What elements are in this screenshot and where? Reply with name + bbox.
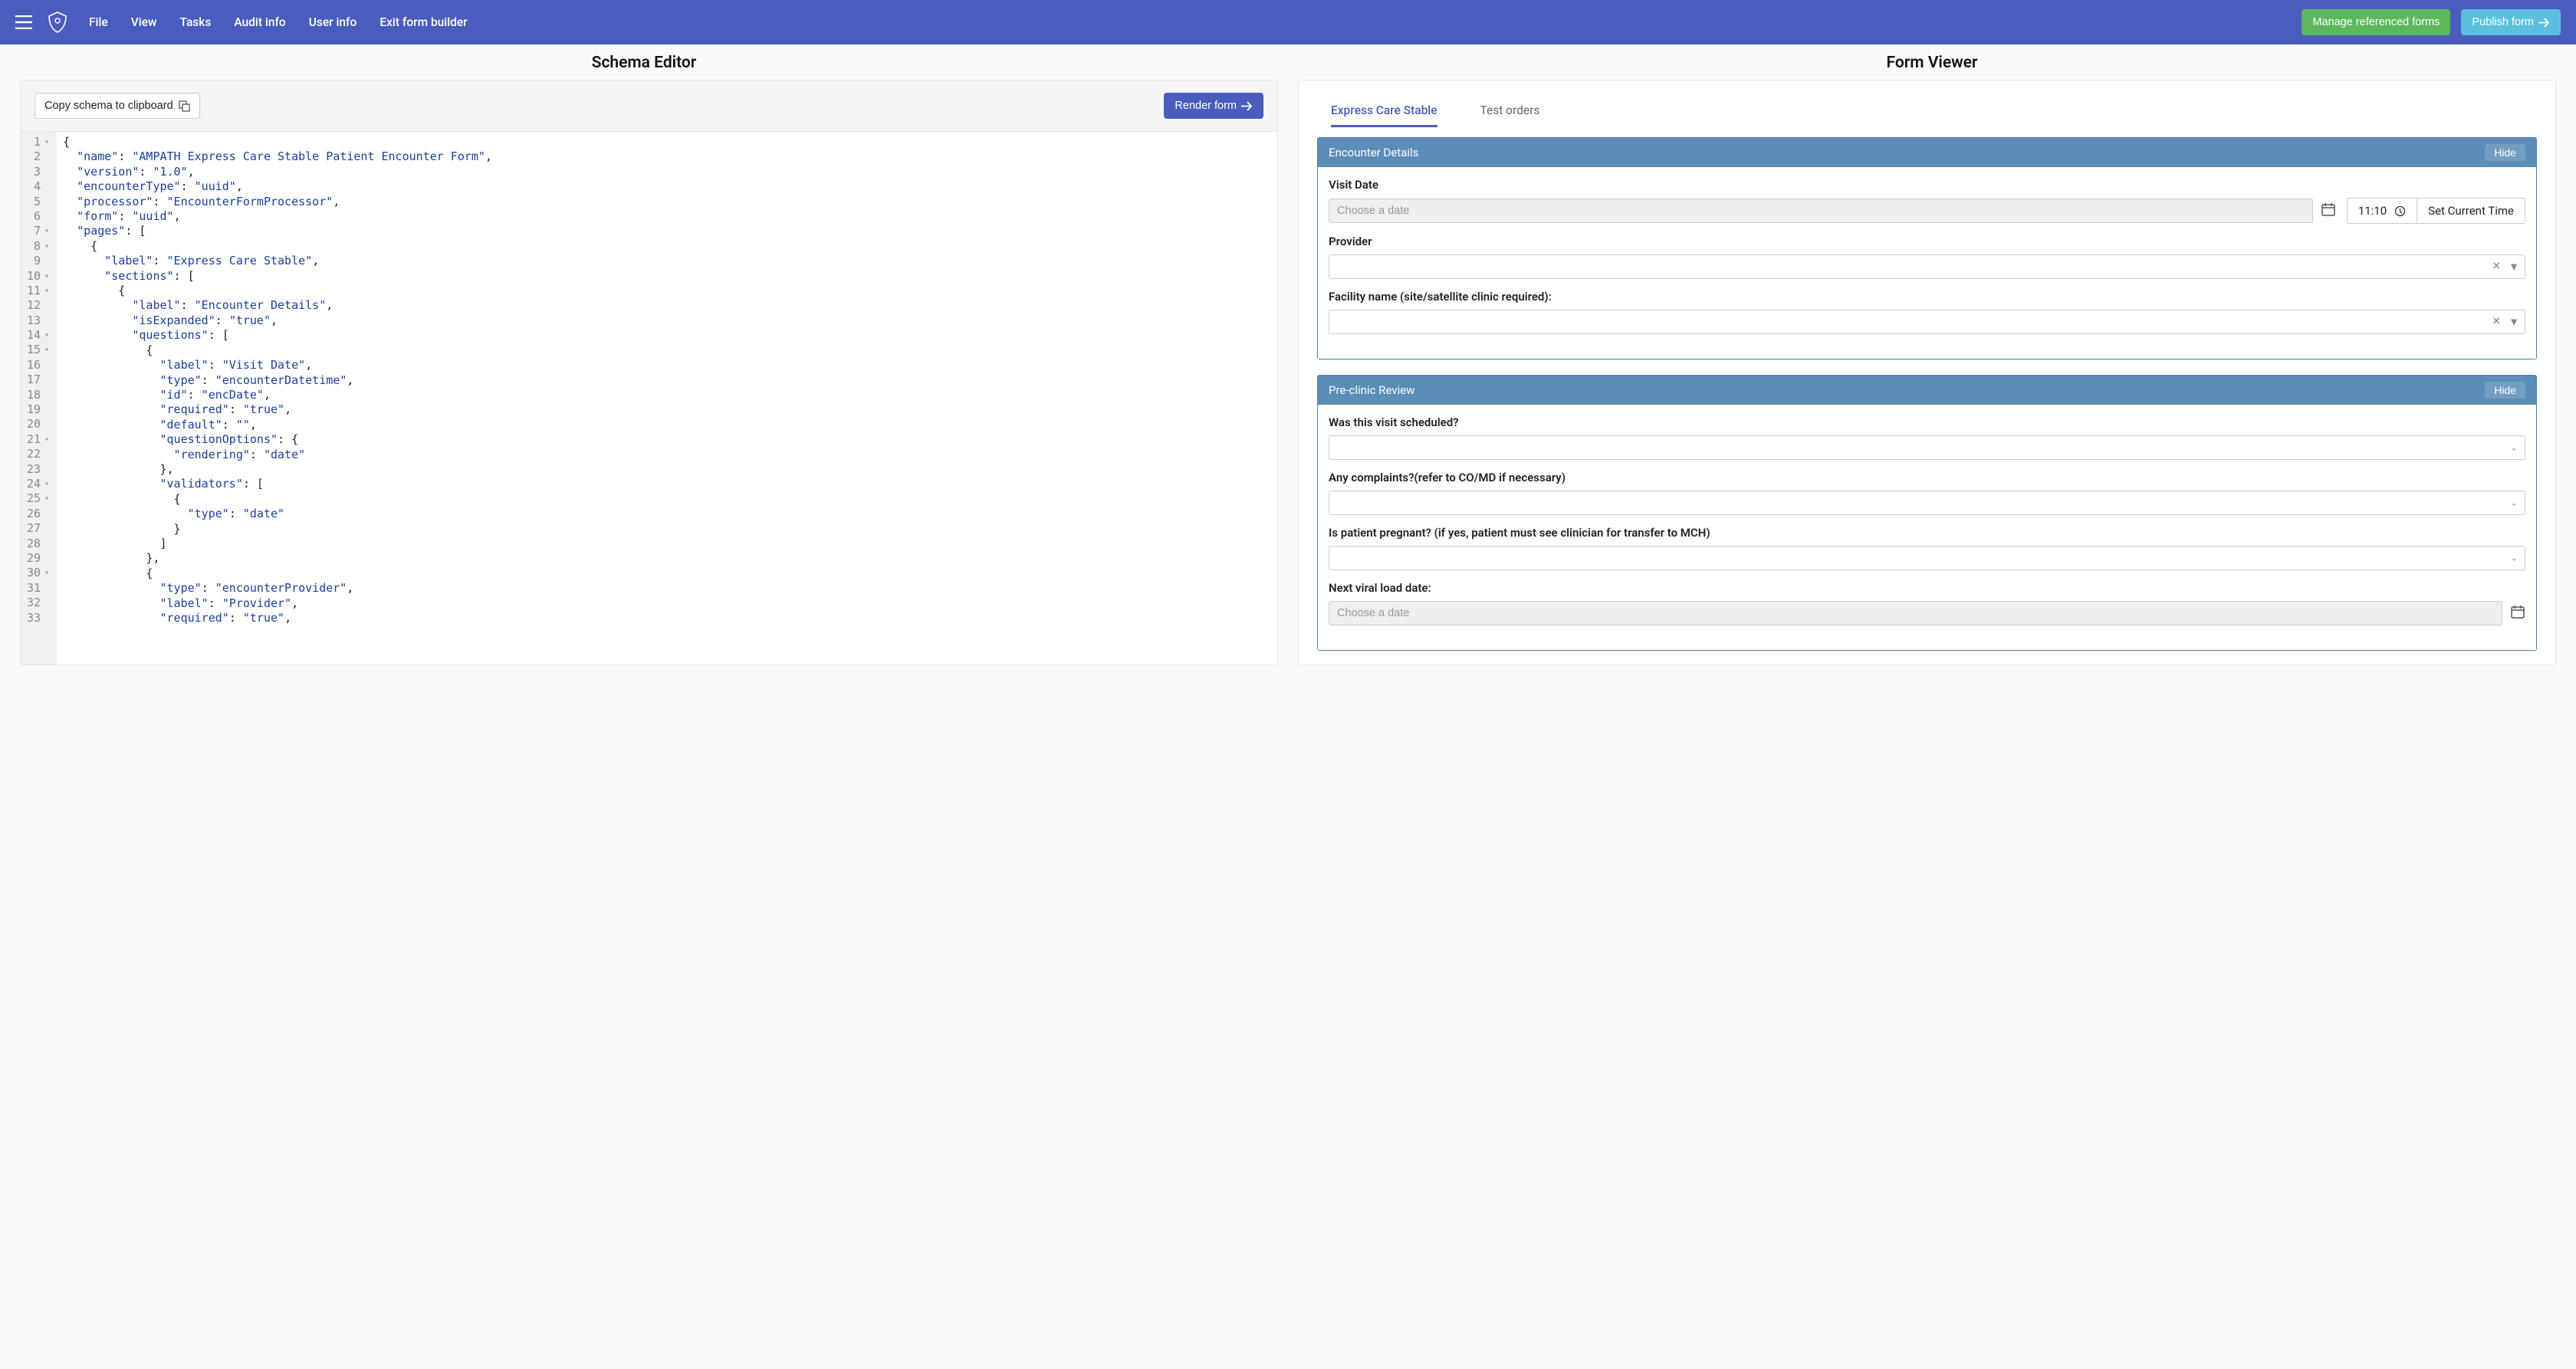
top-nav: File View Tasks Audit info User info Exi… — [89, 15, 2302, 29]
form-body: Express Care Stable Test orders Encounte… — [1299, 80, 2555, 665]
clear-icon[interactable]: ✕ — [2492, 316, 2501, 329]
copy-schema-label: Copy schema to clipboard — [44, 100, 173, 112]
copy-schema-button[interactable]: Copy schema to clipboard — [34, 93, 200, 119]
chevron-down-icon: ⌄ — [2511, 498, 2518, 508]
form-viewer-panel: Express Care Stable Test orders Encounte… — [1298, 80, 2556, 665]
time-value-box[interactable]: 11:10 — [2347, 198, 2417, 224]
section-body: Was this visit scheduled? ⌄ Any complain… — [1318, 405, 2536, 650]
shield-icon — [46, 11, 69, 34]
tab-express-care-stable[interactable]: Express Care Stable — [1331, 103, 1438, 127]
calendar-icon[interactable] — [2510, 604, 2525, 622]
render-form-button[interactable]: Render form — [1164, 93, 1263, 119]
field-facility: Facility name (site/satellite clinic req… — [1329, 290, 2525, 334]
complaints-select[interactable] — [1329, 491, 2525, 515]
section-encounter-details: Encounter Details Hide Visit Date — [1317, 137, 2537, 359]
manage-referenced-forms-button[interactable]: Manage referenced forms — [2302, 9, 2450, 35]
nav-user-info[interactable]: User info — [309, 15, 357, 29]
line-gutter: 1▾234567▾8▾910▾11▾121314▾15▾161718192021… — [21, 132, 57, 665]
visit-scheduled-label: Was this visit scheduled? — [1329, 415, 2525, 429]
field-provider: Provider ✕ ▼ — [1329, 235, 2525, 279]
visit-date-input[interactable] — [1329, 199, 2313, 223]
time-group: 11:10 Set Current Time — [2347, 198, 2525, 224]
section-title: Pre-clinic Review — [1329, 383, 1414, 397]
main: Copy schema to clipboard Render form 1▾2… — [0, 80, 2576, 681]
section-body: Visit Date 11:10 — [1318, 167, 2536, 359]
arrow-right-icon — [2538, 18, 2550, 28]
copy-icon — [179, 100, 190, 112]
complaints-label: Any complaints?(refer to CO/MD if necess… — [1329, 471, 2525, 484]
pregnant-label: Is patient pregnant? (if yes, patient mu… — [1329, 526, 2525, 540]
app-logo — [46, 11, 69, 34]
chevron-down-icon: ⌄ — [2511, 553, 2518, 563]
nav-file[interactable]: File — [89, 15, 108, 29]
topbar-actions: Manage referenced forms Publish form — [2302, 9, 2561, 35]
field-complaints: Any complaints?(refer to CO/MD if necess… — [1329, 471, 2525, 515]
chevron-down-icon[interactable]: ▼ — [2509, 316, 2519, 329]
chevron-down-icon: ⌄ — [2511, 443, 2518, 453]
viral-load-date-input[interactable] — [1329, 601, 2502, 625]
section-pre-clinic-review: Pre-clinic Review Hide Was this visit sc… — [1317, 375, 2537, 651]
code-content[interactable]: { "name": "AMPATH Express Care Stable Pa… — [57, 132, 498, 665]
topbar: File View Tasks Audit info User info Exi… — [0, 0, 2576, 44]
nav-audit-info[interactable]: Audit info — [234, 15, 285, 29]
field-visit-scheduled: Was this visit scheduled? ⌄ — [1329, 415, 2525, 460]
section-header: Pre-clinic Review Hide — [1318, 376, 2536, 405]
provider-input[interactable] — [1329, 254, 2525, 279]
code-editor[interactable]: 1▾234567▾8▾910▾11▾121314▾15▾161718192021… — [21, 132, 1277, 665]
viral-load-label: Next viral load date: — [1329, 581, 2525, 595]
visit-date-label: Visit Date — [1329, 178, 2525, 192]
provider-label: Provider — [1329, 235, 2525, 248]
pregnant-select[interactable] — [1329, 546, 2525, 570]
field-visit-date: Visit Date 11:10 — [1329, 178, 2525, 224]
schema-editor-panel: Copy schema to clipboard Render form 1▾2… — [20, 80, 1278, 665]
chevron-down-icon[interactable]: ▼ — [2509, 261, 2519, 274]
nav-view[interactable]: View — [131, 15, 157, 29]
form-viewer-title: Form Viewer — [1288, 54, 2576, 72]
clock-icon — [2394, 205, 2406, 217]
tab-test-orders[interactable]: Test orders — [1480, 103, 1540, 127]
visit-scheduled-select[interactable] — [1329, 435, 2525, 460]
facility-input[interactable] — [1329, 310, 2525, 334]
set-current-time-button[interactable]: Set Current Time — [2417, 198, 2525, 224]
facility-label: Facility name (site/satellite clinic req… — [1329, 290, 2525, 304]
field-next-viral-load: Next viral load date: — [1329, 581, 2525, 625]
arrow-right-icon — [1241, 101, 1253, 111]
nav-exit-form-builder[interactable]: Exit form builder — [380, 15, 467, 29]
hide-section-button[interactable]: Hide — [2485, 382, 2525, 399]
render-form-label: Render form — [1175, 100, 1237, 112]
field-pregnant: Is patient pregnant? (if yes, patient mu… — [1329, 526, 2525, 570]
clear-icon[interactable]: ✕ — [2492, 261, 2501, 274]
form-tabs: Express Care Stable Test orders — [1317, 94, 2537, 128]
time-value: 11:10 — [2358, 204, 2387, 218]
editor-toolbar: Copy schema to clipboard Render form — [21, 80, 1277, 132]
hamburger-icon — [15, 15, 32, 29]
panels-header: Schema Editor Form Viewer — [0, 44, 2576, 80]
section-title: Encounter Details — [1329, 146, 1418, 159]
schema-editor-title: Schema Editor — [0, 54, 1288, 72]
hamburger-menu[interactable] — [15, 15, 32, 29]
hide-section-button[interactable]: Hide — [2485, 144, 2525, 161]
publish-form-button[interactable]: Publish form — [2461, 9, 2561, 35]
nav-tasks[interactable]: Tasks — [180, 15, 212, 29]
publish-form-label: Publish form — [2472, 16, 2534, 28]
calendar-icon[interactable] — [2321, 202, 2336, 220]
section-header: Encounter Details Hide — [1318, 138, 2536, 167]
